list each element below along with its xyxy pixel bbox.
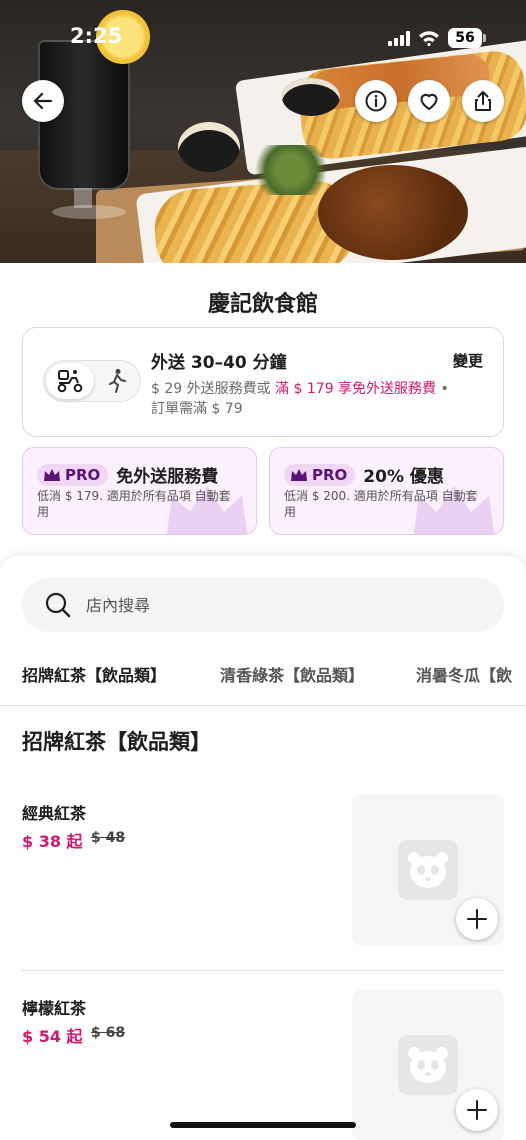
panda-placeholder-icon: [398, 840, 458, 900]
menu-search-bar[interactable]: [22, 578, 504, 632]
pro-card-header: PRO 20% 優惠: [284, 462, 444, 487]
fee-separator: •: [440, 381, 449, 397]
tab-signature-black-tea[interactable]: 招牌紅茶【飲品類】: [22, 662, 166, 686]
crown-icon: [44, 468, 60, 481]
pro-badge-label: PRO: [65, 465, 101, 484]
delivery-mode-option[interactable]: [46, 363, 94, 399]
hero-glass-base: [52, 205, 126, 219]
info-button[interactable]: [355, 80, 397, 122]
signal-icon: [388, 30, 410, 46]
plus-icon: [467, 1100, 487, 1120]
favorite-button[interactable]: [408, 80, 450, 122]
delivery-card: 外送 30–40 分鐘 變更 $ 29 外送服務費或 滿 $ 179 享免外送服…: [22, 327, 504, 437]
pro-card-title: 免外送服務費: [116, 467, 219, 487]
minimum-order: 訂單需滿 $ 79: [151, 401, 243, 417]
free-delivery-threshold: 滿 $ 179 享免外送服務費: [275, 381, 437, 397]
pro-card-description: 低消 $ 179. 適用於所有品項 自動套用: [37, 489, 231, 519]
hero-herb: [246, 145, 336, 195]
status-time: 2:25: [70, 24, 123, 48]
pro-card-title: 20% 優惠: [363, 467, 444, 487]
change-delivery-button[interactable]: 變更: [453, 350, 483, 371]
wifi-icon: [419, 31, 439, 46]
back-button[interactable]: [22, 80, 64, 122]
pro-card-header: PRO 免外送服務費: [37, 462, 218, 487]
section-title: 招牌紅茶【飲品類】: [22, 730, 211, 754]
delivery-scooter-icon: [57, 370, 83, 393]
pickup-walk-icon: [109, 369, 126, 393]
heart-icon: [420, 93, 438, 110]
menu-item[interactable]: 檸檬紅茶 $ 54 起 $ 68: [0, 951, 526, 1140]
delivery-time: 外送 30–40 分鐘: [151, 353, 287, 373]
category-tabs: 招牌紅茶【飲品類】 清香綠茶【飲品類】 消暑冬瓜【飲: [0, 652, 526, 706]
status-icons: 56: [388, 28, 486, 48]
panda-placeholder-icon: [398, 1035, 458, 1095]
home-indicator: [170, 1122, 356, 1128]
share-icon: [475, 91, 491, 111]
search-input[interactable]: [86, 586, 476, 624]
crown-icon: [291, 468, 307, 481]
info-icon: [365, 90, 387, 112]
share-button[interactable]: [462, 80, 504, 122]
delivery-fee-text: $ 29 外送服務費或 滿 $ 179 享免外送服務費 •: [151, 378, 449, 398]
item-name: 經典紅茶: [22, 804, 87, 823]
pro-badge-label: PRO: [312, 465, 348, 484]
tab-green-tea[interactable]: 清香綠茶【飲品類】: [220, 662, 364, 686]
item-price: $ 54 起: [22, 1027, 83, 1046]
pro-card-free-delivery[interactable]: PRO 免外送服務費 低消 $ 179. 適用於所有品項 自動套用: [22, 447, 257, 535]
back-arrow-icon: [33, 92, 53, 110]
tab-winter-melon[interactable]: 消暑冬瓜【飲: [416, 662, 512, 686]
menu-sheet: 招牌紅茶【飲品類】 清香綠茶【飲品類】 消暑冬瓜【飲 招牌紅茶【飲品類】 經典紅…: [0, 556, 526, 1140]
search-icon: [45, 592, 71, 618]
item-original-price: $ 48: [91, 830, 126, 846]
status-bar: 2:25 56: [0, 24, 526, 54]
menu-item[interactable]: 經典紅茶 $ 38 起 $ 48: [0, 756, 526, 946]
hero-dip: [178, 122, 240, 172]
pro-card-description: 低消 $ 200. 適用於所有品項 自動套用: [284, 489, 478, 519]
battery-indicator: 56: [448, 28, 486, 48]
item-original-price: $ 68: [91, 1025, 126, 1041]
restaurant-name: 慶記飲食館: [207, 292, 318, 317]
plus-icon: [467, 909, 487, 929]
pickup-mode-option[interactable]: [102, 367, 132, 395]
hero-dip: [282, 78, 340, 116]
add-item-button[interactable]: [456, 1089, 498, 1131]
pro-badge: PRO: [37, 463, 109, 486]
item-name: 檸檬紅茶: [22, 999, 87, 1018]
hero-chicken: [318, 165, 468, 260]
add-item-button[interactable]: [456, 898, 498, 940]
pro-card-discount[interactable]: PRO 20% 優惠 低消 $ 200. 適用於所有品項 自動套用: [269, 447, 504, 535]
delivery-mode-toggle[interactable]: [43, 360, 141, 402]
item-price: $ 38 起: [22, 832, 83, 851]
delivery-fee: $ 29 外送服務費或: [151, 381, 271, 397]
pro-badge: PRO: [284, 463, 356, 486]
